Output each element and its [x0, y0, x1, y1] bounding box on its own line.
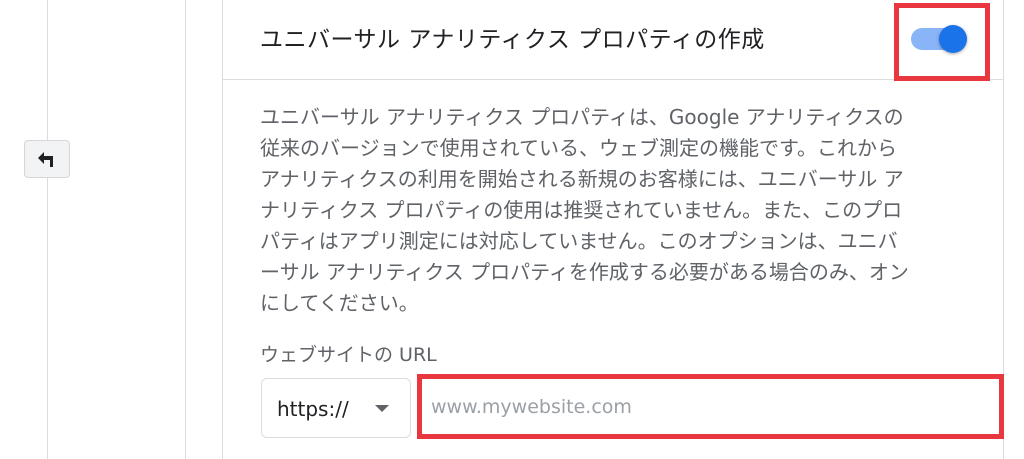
create-ua-property-toggle[interactable] — [911, 25, 969, 53]
left-divider — [47, 0, 48, 459]
description-line: にしてください。 — [260, 291, 419, 315]
website-url-label: ウェブサイトの URL — [260, 344, 437, 366]
description-line: ーサル アナリティクス プロパティを作成する必要がある場合のみ、オン — [260, 260, 909, 284]
description-line: ナリティクス プロパティの使用は推奨されていません。また、このプロ — [260, 198, 903, 222]
description-line: ユニバーサル アナリティクス プロパティは、Google アナリティクスの — [260, 105, 904, 129]
card-title: ユニバーサル アナリティクス プロパティの作成 — [260, 27, 765, 53]
universal-analytics-card: ユニバーサル アナリティクス プロパティの作成 ユニバーサル アナリティクス プ… — [222, 0, 1004, 459]
protocol-value: https:// — [277, 397, 349, 421]
protocol-select[interactable]: https:// — [261, 378, 411, 438]
description-line: 従来のバージョンで使用されている、ウェブ測定の機能です。これから — [260, 136, 897, 160]
dropdown-arrow-icon — [375, 405, 389, 412]
page: ユニバーサル アナリティクス プロパティの作成 ユニバーサル アナリティクス プ… — [0, 0, 1024, 459]
back-button[interactable] — [24, 140, 70, 178]
description-line: アナリティクスの利用を開始される新規のお客様には、ユニバーサル ア — [260, 167, 904, 191]
description-line: パティはアプリ測定には対応していません。このオプションは、ユニバ — [260, 229, 898, 253]
toggle-thumb — [939, 25, 967, 53]
middle-divider — [185, 0, 186, 459]
back-arrow-icon — [38, 152, 53, 167]
description: ユニバーサル アナリティクス プロパティは、Google アナリティクスの 従来… — [260, 102, 980, 319]
website-url-input[interactable] — [425, 382, 995, 432]
card-header: ユニバーサル アナリティクス プロパティの作成 — [223, 0, 1003, 81]
